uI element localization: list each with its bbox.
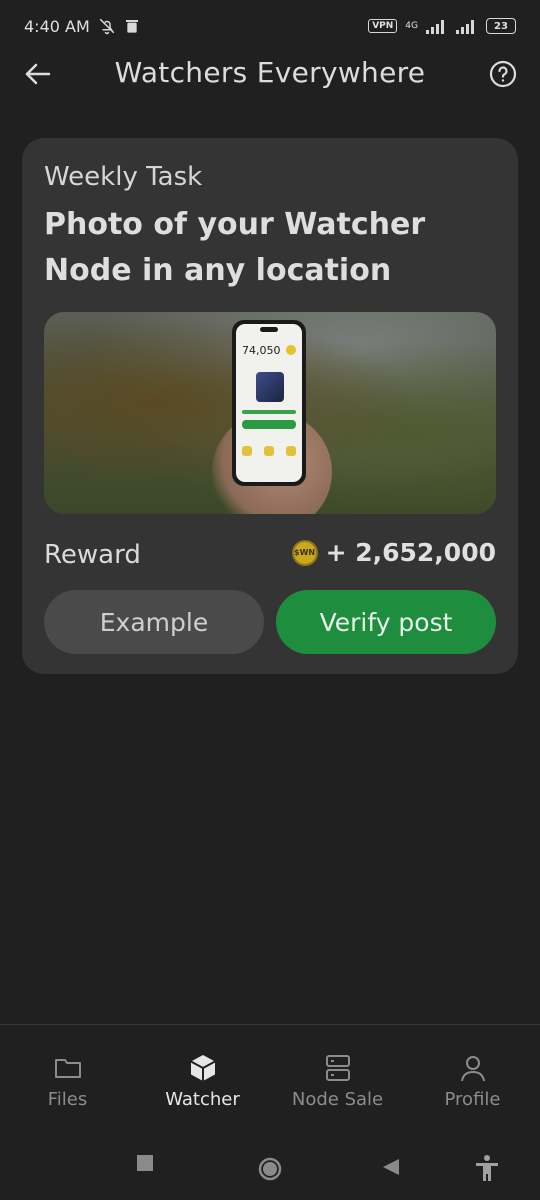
verify-post-button[interactable]: Verify post	[276, 590, 496, 654]
nav-label-profile: Profile	[444, 1089, 501, 1110]
battery-icon: 23	[486, 18, 516, 34]
signal-icon	[426, 20, 444, 34]
bell-off-icon	[99, 18, 115, 35]
reward-label: Reward	[44, 540, 141, 570]
nav-item-watcher[interactable]: Watcher	[135, 1025, 270, 1132]
nav-label-node-sale: Node Sale	[291, 1089, 384, 1110]
nav-label-watcher: Watcher	[165, 1089, 240, 1110]
server-icon	[325, 1055, 350, 1081]
task-type-label: Weekly Task	[44, 162, 203, 192]
example-button[interactable]: Example	[44, 590, 264, 654]
signal-icon	[456, 20, 474, 34]
status-time: 4:40 AM	[24, 16, 90, 36]
nav-label-files: Files	[47, 1089, 88, 1110]
cube-icon	[256, 372, 284, 402]
page-title: Watchers Everywhere	[114, 56, 426, 89]
user-icon	[460, 1056, 485, 1082]
phone-progress	[242, 410, 296, 414]
status-left: 4:40 AM	[24, 17, 140, 36]
swn-coin-icon: $WN	[291, 539, 318, 566]
task-title: Photo of your Watcher Node in any locati…	[44, 207, 426, 288]
vpn-badge: VPN	[368, 19, 398, 33]
phone-icon-row	[242, 446, 296, 458]
phone-button	[242, 420, 296, 429]
phone-tile	[242, 446, 252, 456]
folder-icon	[54, 1059, 81, 1078]
home-button[interactable]	[257, 1156, 283, 1182]
back-nav-button[interactable]	[382, 1158, 400, 1176]
coin-icon	[286, 345, 296, 355]
accessibility-icon[interactable]	[474, 1154, 500, 1182]
phone-notch	[260, 327, 278, 332]
phone-mockup: 74,050	[232, 320, 306, 486]
system-nav-bar	[0, 1140, 540, 1200]
status-bar: 4:40 AM VPN 4G 23	[0, 0, 540, 52]
recent-apps-button[interactable]	[136, 1154, 154, 1172]
bottom-nav: Files Watcher Node Sale Profile	[0, 1024, 540, 1132]
network-type: 4G	[405, 21, 418, 31]
reward-value: + 2,652,000	[325, 538, 496, 567]
app-bar: Watchers Everywhere	[0, 52, 540, 98]
trash-icon	[125, 20, 138, 33]
reward-amount: $WN + 2,652,000	[291, 538, 496, 567]
phone-screen: 74,050	[236, 324, 302, 482]
nav-item-files[interactable]: Files	[0, 1025, 135, 1132]
phone-tile	[264, 446, 274, 456]
nav-item-profile[interactable]: Profile	[405, 1025, 540, 1132]
status-right: VPN 4G 23	[368, 18, 516, 34]
phone-balance: 74,050	[242, 344, 281, 357]
task-card: Weekly Task Photo of your Watcher Node i…	[22, 138, 518, 674]
help-circle-icon[interactable]	[488, 59, 518, 89]
task-example-image: 74,050	[44, 312, 496, 514]
phone-tile	[286, 446, 296, 456]
nav-item-node-sale[interactable]: Node Sale	[270, 1025, 405, 1132]
cube-icon	[190, 1055, 215, 1081]
